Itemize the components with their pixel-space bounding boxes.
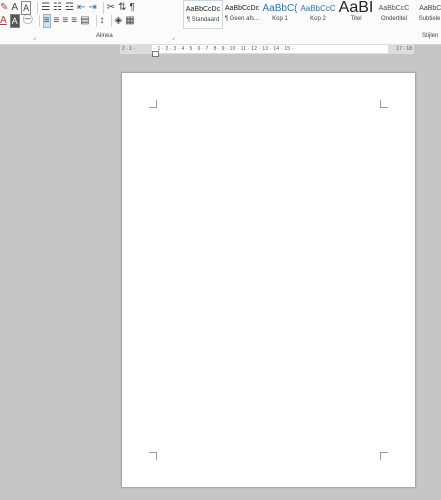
bullets-icon[interactable]: ☰ bbox=[41, 2, 50, 14]
clear-format-icon[interactable]: A bbox=[11, 2, 18, 14]
separator bbox=[95, 14, 97, 27]
style-name: ¶ Geen afs... bbox=[224, 16, 260, 22]
style-preview: AaBbCc bbox=[419, 4, 441, 12]
style-name: Kop 1 bbox=[272, 16, 288, 22]
style-tile[interactable]: AaBbCcC Ondertitel bbox=[375, 0, 413, 27]
numbering-icon[interactable]: ☷ bbox=[53, 2, 62, 14]
char-shading-icon[interactable]: A bbox=[9, 13, 20, 28]
increase-indent-icon[interactable]: ⇥ bbox=[88, 2, 96, 14]
ribbon: ✎ A A ☰ ☷ ☲ ⇤ ⇥ ✂ ⇅ ¶ A A ㊀ ≡ ≡ ≡ ≡ ▤ ↕ … bbox=[0, 0, 441, 45]
distributed-icon[interactable]: ▤ bbox=[80, 15, 89, 27]
align-center-icon[interactable]: ≡ bbox=[54, 15, 60, 27]
styles-group-label: Stijlen bbox=[422, 33, 439, 39]
horizontal-ruler[interactable]: 2 · 1 · · 1 · 2 · 3 · 4 · 5 · 6 · 7 · 8 … bbox=[120, 44, 414, 54]
multilevel-list-icon[interactable]: ☲ bbox=[65, 2, 74, 14]
style-tile[interactable]: AaBbCcC Kop 2 bbox=[299, 0, 337, 27]
ruler-ticks: · 1 · 2 · 3 · 4 · 5 · 6 · 7 · 8 · 9 · 10… bbox=[154, 46, 294, 52]
crop-mark-bottom-right bbox=[380, 452, 388, 460]
justify-icon[interactable]: ≡ bbox=[71, 15, 77, 27]
decrease-indent-icon[interactable]: ⇤ bbox=[77, 2, 85, 14]
style-tile[interactable]: AaBbCcDc ¶ Geen afs... bbox=[223, 0, 261, 27]
shading-icon[interactable]: ◈ bbox=[115, 15, 123, 27]
ribbon-row-2: A A ㊀ ≡ ≡ ≡ ≡ ▤ ↕ ◈ ▦ bbox=[0, 13, 138, 28]
style-preview: AaBbCcDc bbox=[224, 4, 260, 12]
style-name: Titel bbox=[350, 16, 362, 22]
style-name: ¶ Standaard bbox=[186, 17, 220, 23]
font-group-launcher-icon[interactable]: ⌟ bbox=[33, 34, 36, 41]
indent-marker[interactable] bbox=[152, 51, 159, 57]
enclose-char-icon[interactable]: ㊀ bbox=[23, 15, 33, 27]
separator bbox=[102, 1, 104, 14]
style-preview: AaBbCcDc bbox=[185, 5, 221, 13]
asian-layout-icon[interactable]: ✂ bbox=[107, 2, 115, 14]
crop-mark-bottom-left bbox=[149, 452, 157, 460]
show-marks-icon[interactable]: ¶ bbox=[130, 2, 135, 14]
style-tile[interactable]: AaBbCcDc ¶ Standaard bbox=[183, 0, 223, 29]
style-preview: AaBbCcC bbox=[378, 4, 410, 12]
borders-icon[interactable]: ▦ bbox=[125, 15, 134, 27]
style-tile[interactable]: AaBbC( Kop 1 bbox=[261, 0, 299, 27]
ruler-left-label: 2 · 1 · bbox=[122, 46, 136, 52]
align-right-icon[interactable]: ≡ bbox=[62, 15, 68, 27]
style-name: Kop 2 bbox=[310, 16, 326, 22]
separator bbox=[110, 14, 112, 27]
sort-icon[interactable]: ⇅ bbox=[118, 2, 126, 14]
style-preview: AaBbCcC bbox=[300, 3, 336, 13]
style-preview: AaBI bbox=[338, 0, 374, 16]
separator bbox=[38, 14, 40, 27]
styles-gallery: AaBbCcDc ¶ Standaard AaBbCcDc ¶ Geen afs...… bbox=[183, 0, 441, 30]
style-tile[interactable]: AaBI Titel bbox=[337, 0, 375, 27]
ruler-right-label: 17 · 18 bbox=[396, 46, 412, 52]
align-left-icon[interactable]: ≡ bbox=[42, 13, 51, 28]
style-tile[interactable]: AaBbCc Subtiele b bbox=[413, 0, 441, 27]
separator bbox=[37, 1, 39, 14]
line-spacing-icon[interactable]: ↕ bbox=[100, 15, 105, 27]
style-name: Subtiele b bbox=[418, 16, 441, 22]
paragraph-group-label: Alinea bbox=[96, 33, 113, 39]
font-color-icon[interactable]: A bbox=[0, 15, 7, 27]
crop-mark-top-right bbox=[380, 100, 388, 108]
paragraph-group-launcher-icon[interactable]: ⌟ bbox=[172, 34, 175, 41]
style-preview: AaBbC( bbox=[262, 2, 298, 14]
format-painter-icon[interactable]: ✎ bbox=[0, 2, 8, 14]
crop-mark-top-left bbox=[149, 100, 157, 108]
document-page[interactable] bbox=[121, 72, 416, 488]
style-name: Ondertitel bbox=[380, 16, 407, 22]
